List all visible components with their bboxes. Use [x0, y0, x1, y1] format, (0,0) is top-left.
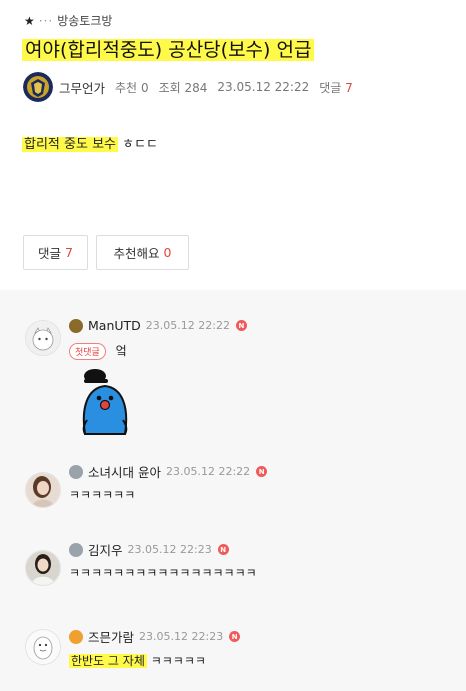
commenter-avatar[interactable] [25, 472, 61, 508]
more-dots-icon[interactable]: ··· [39, 14, 53, 28]
first-comment-badge: 첫댓글 [69, 343, 106, 360]
comment-text: 첫댓글 엌 [69, 342, 127, 360]
comment-author[interactable]: ManUTD [88, 318, 141, 333]
board-link[interactable]: 방송토크방 [57, 12, 112, 29]
commenter-avatar[interactable] [25, 550, 61, 586]
post-body: 합리적 중도 보수 ㅎㄷㄷ [22, 133, 158, 152]
recommend-button[interactable]: 추천해요 0 [96, 235, 189, 270]
level-badge-icon [69, 629, 83, 644]
breadcrumb: ★ ··· 방송토크방 [24, 12, 112, 29]
author-avatar[interactable] [23, 72, 53, 102]
comment-date: 23.05.12 22:23 [139, 630, 224, 643]
post-meta: 그무언가 추천 0 조회 284 23.05.12 22:22 댓글 7 [23, 72, 363, 102]
comment-header: 소녀시대 윤아 23.05.12 22:22 N [69, 462, 268, 481]
comment-author[interactable]: 즈믄가람 [88, 627, 134, 646]
views-stat: 조회 284 [158, 80, 208, 95]
level-badge-icon [69, 542, 83, 557]
comment-header: ManUTD 23.05.12 22:22 N [69, 318, 247, 333]
comment-header: 즈믄가람 23.05.12 22:23 N [69, 627, 241, 646]
comment-text: ㅋㅋㅋㅋㅋㅋㅋㅋㅋㅋㅋㅋㅋㅋㅋㅋㅋ [69, 566, 257, 580]
post-datetime: 23.05.12 22:22 [217, 80, 310, 94]
comment-date: 23.05.12 22:22 [145, 319, 230, 332]
comment-author[interactable]: 김지우 [88, 540, 123, 559]
post-title: 여야(합리적중도) 공산당(보수) 언급 [22, 37, 315, 63]
comments-stat[interactable]: 댓글 7 [319, 79, 353, 96]
comment-author[interactable]: 소녀시대 윤아 [88, 462, 161, 481]
comment-text: 한반도 그 자체 ㅋㅋㅋㅋㅋ [69, 654, 206, 668]
body-highlight: 합리적 중도 보수 [22, 137, 118, 152]
level-badge-icon [69, 464, 83, 479]
body-rest: ㅎㄷㄷ [122, 137, 159, 152]
author-name[interactable]: 그무언가 [59, 78, 105, 97]
new-badge-icon: N [229, 631, 241, 642]
comment-date: 23.05.12 22:22 [165, 465, 251, 478]
star-icon[interactable]: ★ [24, 14, 35, 28]
comment-highlight: 한반도 그 자체 [69, 654, 147, 668]
comment-text: ㅋㅋㅋㅋㅋㅋ [69, 488, 136, 502]
new-badge-icon: N [235, 320, 247, 331]
comment-header: 김지우 23.05.12 22:23 N [69, 540, 229, 559]
new-badge-icon: N [256, 466, 268, 477]
comment-date: 23.05.12 22:23 [127, 543, 212, 556]
comment-button[interactable]: 댓글 7 [23, 235, 88, 270]
recommend-stat: 추천 0 [115, 80, 149, 95]
new-badge-icon: N [217, 544, 229, 555]
level-badge-icon [69, 318, 83, 333]
comment-section: ManUTD 23.05.12 22:22 N 첫댓글 엌 소녀시대 윤아 23… [0, 290, 466, 691]
commenter-avatar[interactable] [25, 629, 61, 665]
emoticon-sticker [75, 368, 135, 436]
commenter-avatar[interactable] [25, 320, 61, 356]
